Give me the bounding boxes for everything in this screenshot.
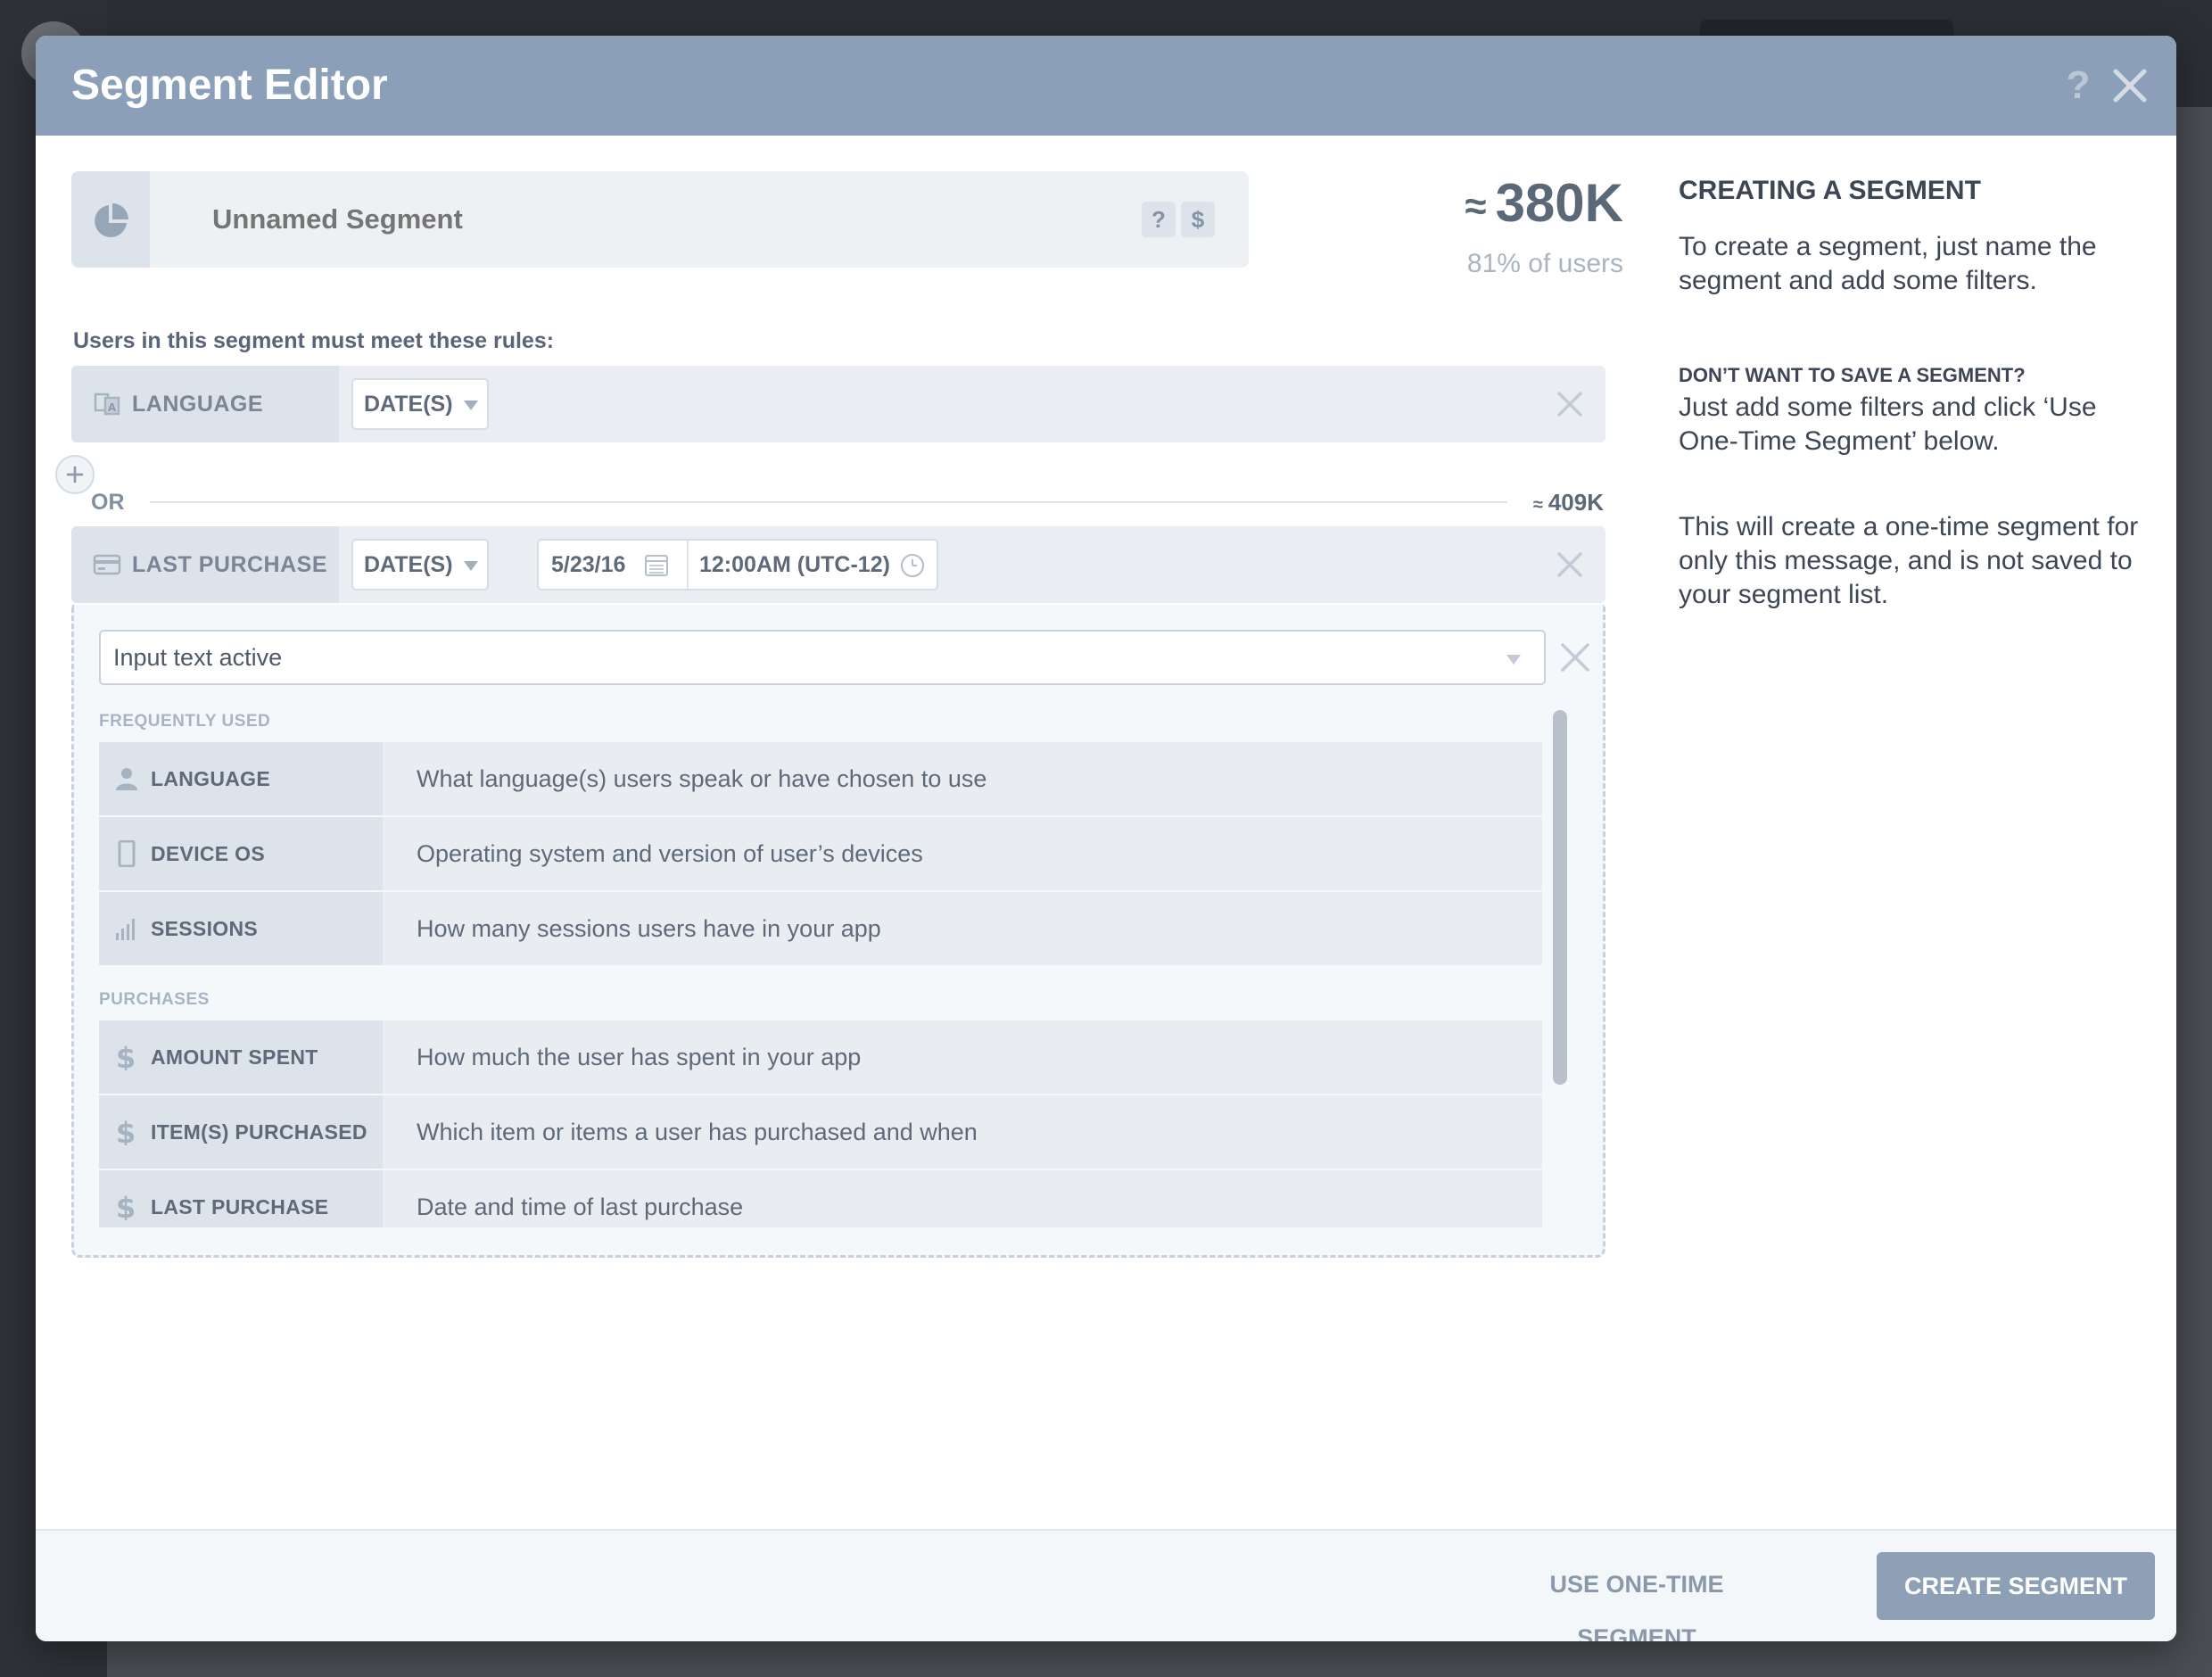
approx-icon: ≈	[1465, 185, 1487, 229]
segment-icon-box	[71, 171, 150, 268]
or-group-count: ≈409K	[1516, 487, 1604, 520]
or-group-count-value: 409K	[1548, 489, 1604, 516]
rules-label: Users in this segment must meet these ru…	[73, 328, 555, 353]
pie-chart-icon	[95, 203, 128, 237]
filter-option-label: LANGUAGE	[151, 767, 271, 790]
segment-user-percent: 81% of users	[1466, 249, 1623, 278]
svg-text:$: $	[116, 1119, 136, 1145]
close-icon[interactable]	[2107, 62, 2153, 109]
language-icon: A	[94, 392, 120, 416]
date-input[interactable]: 5/23/16	[551, 541, 625, 589]
bar-chart-icon	[116, 919, 135, 940]
filter-option-description: How many sessions users have in your app	[417, 915, 881, 942]
filter-option-key: LANGUAGE	[99, 742, 383, 815]
filter-option-amount-spent[interactable]: $ AMOUNT SPENT How much the user has spe…	[99, 1020, 1542, 1094]
modal-title: Segment Editor	[71, 62, 388, 109]
date-time-picker: 5/23/16 12:00AM (UTC-12)	[537, 539, 938, 591]
create-segment-button[interactable]: CREATE SEGMENT	[1877, 1552, 2155, 1620]
segment-editor-modal: Segment Editor ? ? $ ≈380K 81% of users …	[36, 36, 2176, 1641]
filter-option-label: AMOUNT SPENT	[151, 1045, 318, 1069]
filter-option-key: $ AMOUNT SPENT	[99, 1020, 383, 1094]
person-icon	[116, 768, 137, 790]
help-icon[interactable]: ?	[2057, 62, 2100, 109]
rule-row-language: A LANGUAGE DATE(S)	[71, 366, 1605, 442]
modal-footer: USE ONE-TIME SEGMENT CREATE SEGMENT	[36, 1529, 2176, 1641]
calendar-icon[interactable]	[644, 553, 669, 578]
operator-select[interactable]: DATE(S)	[351, 539, 489, 591]
filter-option-label: DEVICE OS	[151, 842, 265, 865]
segment-user-count: ≈380K	[1391, 171, 1623, 239]
filter-option-last-purchase[interactable]: $ LAST PURCHASE Date and time of last pu…	[99, 1170, 1542, 1227]
operator-select-value: DATE(S)	[364, 392, 453, 417]
filter-option-sessions[interactable]: SESSIONS How many sessions users have in…	[99, 892, 1542, 965]
filter-option-description: What language(s) users speak or have cho…	[417, 765, 987, 792]
filter-option-key: $ LAST PURCHASE	[99, 1170, 383, 1227]
clock-icon[interactable]	[899, 552, 926, 579]
filter-list-scrollbar[interactable]	[1553, 710, 1567, 1085]
filter-option-items-purchased[interactable]: $ ITEM(S) PURCHASED Which item or items …	[99, 1095, 1542, 1169]
filter-picker-panel: FREQUENTLY USED LANGUAGE What language(s…	[71, 605, 1605, 1258]
dollar-badge-icon[interactable]: $	[1181, 202, 1215, 237]
help-note: This will create a one-time segment for …	[1679, 512, 2139, 609]
date-time-divider	[687, 541, 689, 589]
segment-name-input[interactable]	[212, 198, 1015, 241]
svg-text:$: $	[116, 1044, 136, 1070]
use-one-time-segment-button[interactable]: USE ONE-TIME SEGMENT	[1498, 1557, 1775, 1641]
dollar-icon: $	[116, 1194, 136, 1220]
rule-key: A LANGUAGE	[71, 366, 339, 442]
filter-option-label: LAST PURCHASE	[151, 1195, 329, 1219]
filter-option-key: DEVICE OS	[99, 817, 383, 890]
or-separator-line	[150, 501, 1507, 503]
remove-rule-icon[interactable]	[1554, 549, 1586, 581]
filter-option-device-os[interactable]: DEVICE OS Operating system and version o…	[99, 817, 1542, 890]
chevron-down-icon	[464, 561, 478, 571]
remove-rule-icon[interactable]	[1554, 388, 1586, 420]
help-subtitle: DON’T WANT TO SAVE A SEGMENT?	[1679, 364, 2026, 386]
approx-icon: ≈	[1532, 495, 1543, 515]
chevron-down-icon	[464, 401, 478, 410]
filter-option-description: How much the user has spent in your app	[417, 1044, 862, 1070]
group-title-purchases: PURCHASES	[99, 990, 210, 1009]
filter-search-input[interactable]	[99, 630, 1546, 685]
operator-select-value: DATE(S)	[364, 552, 453, 577]
rule-key-label: LAST PURCHASE	[132, 552, 328, 577]
or-separator-label: OR	[91, 490, 125, 515]
svg-text:$: $	[116, 1194, 136, 1220]
help-title: CREATING A SEGMENT	[1679, 176, 1981, 205]
add-rule-button[interactable]	[55, 455, 95, 494]
operator-select[interactable]: DATE(S)	[351, 378, 489, 430]
filter-option-description: Operating system and version of user’s d…	[417, 840, 923, 867]
phone-icon	[118, 840, 136, 867]
filter-option-key: $ ITEM(S) PURCHASED	[99, 1095, 383, 1169]
scrollbar-thumb[interactable]	[1553, 710, 1567, 1085]
segment-name-bar: ? $	[71, 171, 1249, 268]
help-badge-icon[interactable]: ?	[1142, 202, 1176, 237]
rule-key: LAST PURCHASE	[71, 526, 339, 603]
help-intro: To create a segment, just name the segme…	[1679, 232, 2097, 295]
filter-option-label: SESSIONS	[151, 917, 258, 940]
segment-count-value: 380K	[1495, 173, 1623, 233]
time-input[interactable]: 12:00AM (UTC-12)	[699, 541, 890, 589]
rule-key-label: LANGUAGE	[132, 392, 264, 417]
group-title-frequently-used: FREQUENTLY USED	[99, 712, 271, 731]
dollar-icon: $	[116, 1044, 136, 1070]
modal-header: Segment Editor ?	[36, 36, 2176, 136]
close-filter-picker-icon[interactable]	[1558, 640, 1592, 674]
filter-option-description: Which item or items a user has purchased…	[417, 1119, 978, 1145]
filter-option-description: Date and time of last purchase	[417, 1194, 744, 1220]
dollar-icon: $	[116, 1119, 136, 1145]
filter-option-key: SESSIONS	[99, 892, 383, 965]
filter-option-language[interactable]: LANGUAGE What language(s) users speak or…	[99, 742, 1542, 815]
help-subtext: Just add some filters and click ‘Use One…	[1679, 392, 2097, 456]
credit-card-icon	[93, 554, 121, 575]
rule-row-last-purchase: LAST PURCHASE DATE(S) 5/23/16 12:00AM (U…	[71, 526, 1605, 603]
svg-text:A: A	[108, 401, 117, 414]
filter-option-label: ITEM(S) PURCHASED	[151, 1120, 367, 1144]
